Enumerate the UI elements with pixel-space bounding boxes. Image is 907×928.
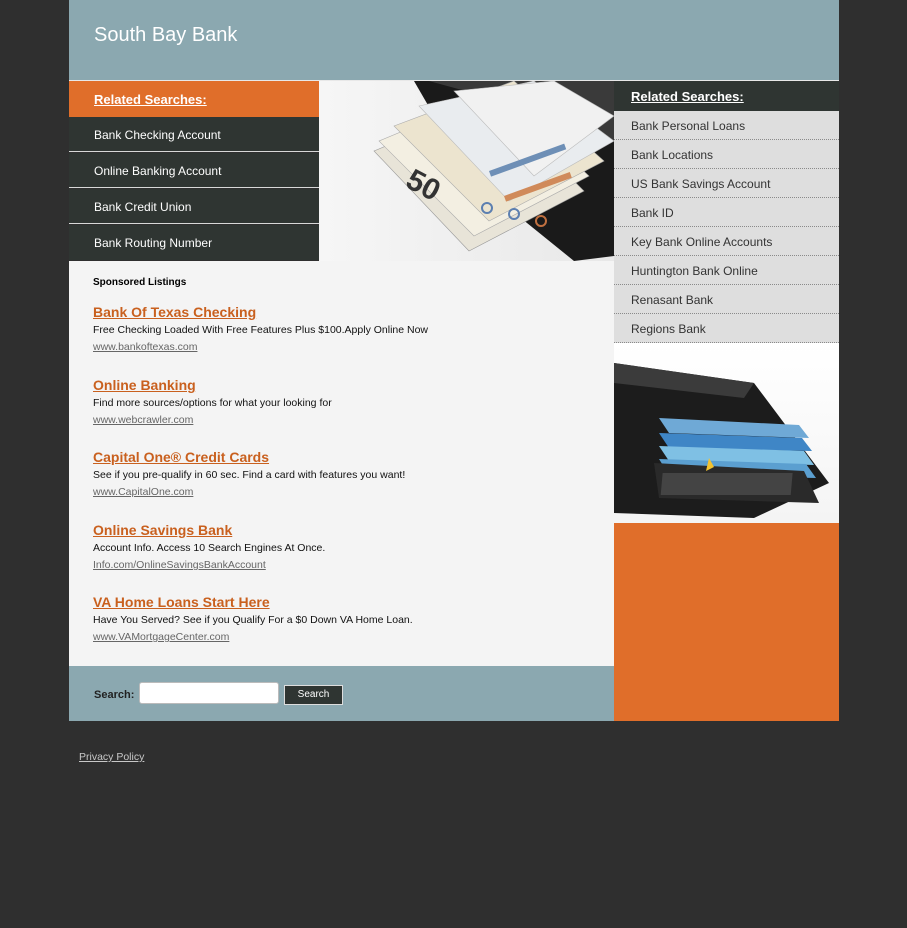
- right-nav-item-label: Renasant Bank: [631, 293, 714, 307]
- right-nav-title[interactable]: Related Searches:: [631, 89, 744, 104]
- right-nav-item-us-bank-savings[interactable]: US Bank Savings Account: [614, 169, 839, 198]
- sponsored-listings-heading: Sponsored Listings: [93, 277, 187, 288]
- left-nav-header: Related Searches:: [69, 81, 319, 117]
- listing-title-link[interactable]: Capital One® Credit Cards: [93, 449, 593, 465]
- right-nav-item-label: Huntington Bank Online: [631, 264, 758, 278]
- listing-title-link[interactable]: Bank Of Texas Checking: [93, 304, 593, 320]
- left-nav-item-label: Bank Checking Account: [94, 128, 221, 142]
- search-input[interactable]: [139, 682, 279, 704]
- left-nav-item-routing-number[interactable]: Bank Routing Number: [69, 225, 319, 260]
- search-bar: Search: Search: [69, 666, 614, 721]
- left-nav-item-checking[interactable]: Bank Checking Account: [69, 117, 319, 152]
- right-nav-item-bank-locations[interactable]: Bank Locations: [614, 140, 839, 169]
- listing-url-link[interactable]: www.bankoftexas.com: [93, 341, 593, 353]
- wallet-cards-image: [614, 343, 839, 523]
- left-nav-item-label: Bank Credit Union: [94, 200, 192, 214]
- search-button[interactable]: Search: [284, 685, 343, 705]
- left-nav-item-credit-union[interactable]: Bank Credit Union: [69, 189, 319, 224]
- site-header: South Bay Bank: [69, 0, 839, 80]
- right-nav-header: Related Searches:: [614, 81, 839, 111]
- right-nav-item-label: Key Bank Online Accounts: [631, 235, 773, 249]
- right-related-searches: Related Searches: Bank Personal Loans Ba…: [614, 81, 839, 721]
- listing-url-link[interactable]: www.CapitalOne.com: [93, 486, 593, 498]
- listing-description: Free Checking Loaded With Free Features …: [93, 324, 429, 336]
- right-nav-item-label: Regions Bank: [631, 322, 706, 336]
- listing-url-link[interactable]: www.VAMortgageCenter.com: [93, 631, 593, 643]
- right-nav-item-label: Bank Personal Loans: [631, 119, 746, 133]
- right-nav-item-bank-id[interactable]: Bank ID: [614, 198, 839, 227]
- search-label: Search:: [94, 689, 135, 701]
- listing-url-link[interactable]: www.webcrawler.com: [93, 414, 593, 426]
- right-nav-item-label: Bank ID: [631, 206, 674, 220]
- listing-title-link[interactable]: VA Home Loans Start Here: [93, 594, 593, 610]
- left-nav-item-label: Online Banking Account: [94, 164, 222, 178]
- listing: Online Savings Bank Account Info. Access…: [93, 522, 593, 571]
- listing-title-link[interactable]: Online Banking: [93, 377, 593, 393]
- privacy-policy-link[interactable]: Privacy Policy: [79, 751, 144, 763]
- site-title: South Bay Bank: [94, 24, 238, 46]
- right-nav-item-renasant[interactable]: Renasant Bank: [614, 285, 839, 314]
- listing-description: See if you pre-qualify in 60 sec. Find a…: [93, 469, 406, 481]
- left-nav-item-online-banking[interactable]: Online Banking Account: [69, 153, 319, 188]
- right-nav-item-regions[interactable]: Regions Bank: [614, 314, 839, 343]
- left-nav-title[interactable]: Related Searches:: [94, 92, 207, 107]
- listing: Capital One® Credit Cards See if you pre…: [93, 449, 593, 498]
- left-related-searches: Related Searches: Bank Checking Account …: [69, 81, 319, 261]
- left-nav-item-label: Bank Routing Number: [94, 236, 213, 250]
- listing: Bank Of Texas Checking Free Checking Loa…: [93, 304, 593, 353]
- wallet-cash-illustration: 50: [319, 81, 614, 261]
- listing-title-link[interactable]: Online Savings Bank: [93, 522, 593, 538]
- sponsored-listings-panel: Sponsored Listings Bank Of Texas Checkin…: [69, 261, 614, 666]
- right-nav-item-key-bank[interactable]: Key Bank Online Accounts: [614, 227, 839, 256]
- listing: Online Banking Find more sources/options…: [93, 377, 593, 426]
- listing-url-link[interactable]: Info.com/OnlineSavingsBankAccount: [93, 559, 593, 571]
- listing: VA Home Loans Start Here Have You Served…: [93, 594, 593, 643]
- right-nav-item-huntington[interactable]: Huntington Bank Online: [614, 256, 839, 285]
- hero-wallet-image: 50: [319, 81, 614, 261]
- listing-description: Account Info. Access 10 Search Engines A…: [93, 542, 326, 554]
- right-nav-item-label: US Bank Savings Account: [631, 177, 771, 191]
- listing-description: Have You Served? See if you Qualify For …: [93, 614, 413, 626]
- right-nav-item-personal-loans[interactable]: Bank Personal Loans: [614, 111, 839, 140]
- listing-description: Find more sources/options for what your …: [93, 397, 332, 409]
- wallet-cards-illustration: [614, 343, 839, 523]
- right-nav-item-label: Bank Locations: [631, 148, 714, 162]
